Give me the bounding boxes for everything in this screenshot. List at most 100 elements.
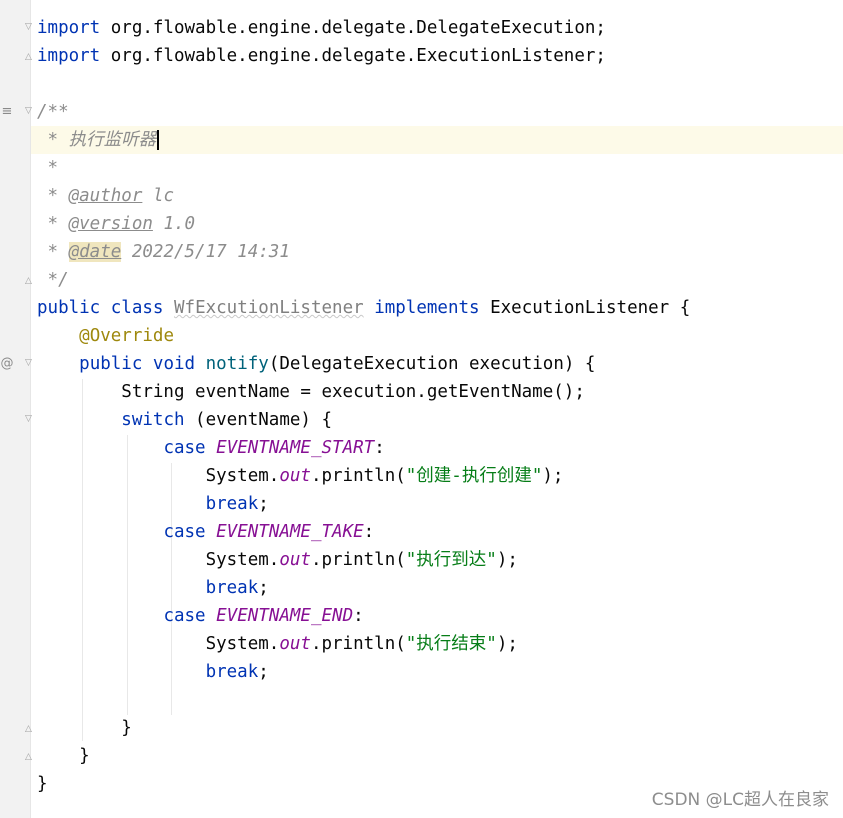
javadoc-open: /** — [37, 102, 69, 122]
keyword: class — [110, 298, 164, 318]
code-line-6[interactable]: * — [31, 154, 843, 182]
fold-open-icon[interactable]: ▽ — [23, 22, 34, 33]
javadoc-text: lc — [142, 186, 174, 206]
code-text: System. — [37, 466, 280, 486]
code-line-21[interactable]: break; — [31, 574, 843, 602]
code-text: : — [353, 606, 364, 626]
code-line-13[interactable]: public void notify(DelegateExecution exe… — [31, 350, 843, 378]
code-line-8[interactable]: * @version 1.0 — [31, 210, 843, 238]
keyword: switch — [121, 410, 185, 430]
keyword: case — [163, 606, 206, 626]
code-text: ); — [496, 550, 518, 570]
code-line-26[interactable]: } — [31, 714, 843, 742]
code-text: } — [37, 718, 132, 738]
code-editor[interactable]: import org.flowable.engine.delegate.Dele… — [31, 0, 843, 818]
code-text: ; — [258, 662, 269, 682]
code-line-1[interactable]: import org.flowable.engine.delegate.Dele… — [31, 14, 843, 42]
keyword: public — [37, 298, 101, 318]
javadoc-tag-author: @author — [68, 186, 143, 206]
fold-end-icon[interactable]: △ — [23, 752, 34, 763]
keyword: public — [79, 354, 143, 374]
javadoc-text: * — [37, 158, 59, 178]
code-text: } — [37, 774, 48, 794]
keyword: break — [205, 662, 259, 682]
code-text: org.flowable.engine.delegate.ExecutionLi… — [100, 46, 606, 66]
code-text: (DelegateExecution execution) { — [268, 354, 596, 374]
code-line-5-current[interactable]: * 执行监听器 — [31, 126, 843, 154]
method-name: notify — [205, 354, 269, 374]
code-line-15[interactable]: switch (eventName) { — [31, 406, 843, 434]
keyword: void — [152, 354, 196, 374]
code-line-16[interactable]: case EVENTNAME_START: — [31, 434, 843, 462]
code-line-25[interactable] — [31, 686, 843, 714]
fold-end-icon[interactable]: △ — [23, 52, 34, 63]
code-line-20[interactable]: System.out.println("执行到达"); — [31, 546, 843, 574]
javadoc-text: * — [37, 214, 69, 234]
code-line-27[interactable]: } — [31, 742, 843, 770]
override-method-icon[interactable]: @ — [0, 354, 14, 374]
code-text: System. — [37, 550, 280, 570]
code-text: ); — [496, 634, 518, 654]
fold-open-icon[interactable]: ▽ — [23, 106, 34, 117]
code-line-24[interactable]: break; — [31, 658, 843, 686]
documentation-icon[interactable]: ≡ — [0, 102, 14, 122]
static-field: out — [279, 634, 311, 654]
watermark: CSDN @LC超人在良家 — [651, 790, 829, 810]
code-text: org.flowable.engine.delegate.DelegateExe… — [100, 18, 606, 38]
fold-open-icon[interactable]: ▽ — [23, 358, 34, 369]
fold-end-icon[interactable]: △ — [23, 724, 34, 735]
code-line-2[interactable]: import org.flowable.engine.delegate.Exec… — [31, 42, 843, 70]
string-literal: "执行结束" — [405, 634, 497, 654]
code-line-11[interactable]: public class WfExcutionListener implemen… — [31, 294, 843, 322]
code-line-17[interactable]: System.out.println("创建-执行创建"); — [31, 462, 843, 490]
javadoc-tag-date: @date — [68, 242, 122, 262]
code-line-18[interactable]: break; — [31, 490, 843, 518]
keyword: implements — [374, 298, 480, 318]
keyword: break — [205, 578, 259, 598]
javadoc-text: 2022/5/17 14:31 — [121, 242, 290, 262]
code-text: } — [37, 746, 90, 766]
editor-gutter[interactable] — [0, 0, 31, 818]
code-text: ; — [258, 494, 269, 514]
keyword: case — [163, 438, 206, 458]
code-line-14[interactable]: String eventName = execution.getEventNam… — [31, 378, 843, 406]
keyword: import — [37, 18, 101, 38]
constant: EVENTNAME_TAKE — [216, 522, 364, 542]
static-field: out — [279, 550, 311, 570]
javadoc-close: */ — [37, 270, 69, 290]
fold-end-icon[interactable]: △ — [23, 276, 34, 287]
code-line-9[interactable]: * @date 2022/5/17 14:31 — [31, 238, 843, 266]
constant: EVENTNAME_START — [216, 438, 375, 458]
code-line-10[interactable]: */ — [31, 266, 843, 294]
javadoc-text: * 执行监听器 — [37, 130, 157, 150]
code-line-7[interactable]: * @author lc — [31, 182, 843, 210]
javadoc-text: * — [37, 242, 69, 262]
javadoc-tag-version: @version — [68, 214, 153, 234]
code-text: System. — [37, 634, 280, 654]
code-text: ; — [258, 578, 269, 598]
code-line-23[interactable]: System.out.println("执行结束"); — [31, 630, 843, 658]
keyword: import — [37, 46, 101, 66]
code-line-12[interactable]: @Override — [31, 322, 843, 350]
code-line-4[interactable]: /** — [31, 98, 843, 126]
fold-open-icon[interactable]: ▽ — [23, 414, 34, 425]
javadoc-text: 1.0 — [152, 214, 196, 234]
code-line-3[interactable] — [31, 70, 843, 98]
code-line-19[interactable]: case EVENTNAME_TAKE: — [31, 518, 843, 546]
javadoc-text: * — [37, 186, 69, 206]
code-line-22[interactable]: case EVENTNAME_END: — [31, 602, 843, 630]
code-text: .println( — [310, 550, 406, 570]
code-text: : — [363, 522, 375, 542]
code-text: ExecutionListener { — [479, 298, 691, 318]
